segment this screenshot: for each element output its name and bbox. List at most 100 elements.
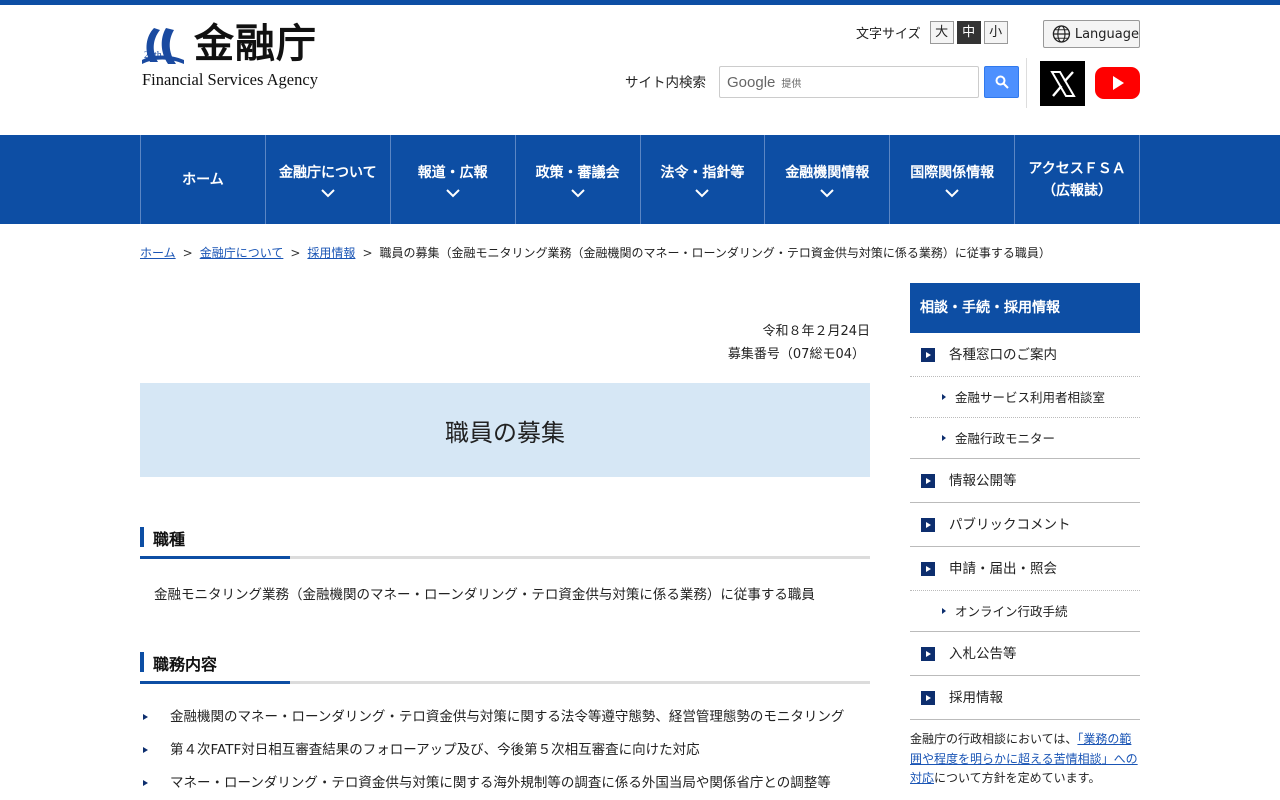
nav-access-fsa-sublabel: （広報誌） <box>1042 182 1113 199</box>
heading-bar <box>140 527 144 547</box>
logo-subtitle: Financial Services Agency <box>142 70 318 89</box>
fsa-logo[interactable]: 25th 金融庁 Financial Services Agency <box>140 21 340 92</box>
font-size-small-button[interactable]: 小 <box>983 20 1008 44</box>
heading-underline-accent <box>140 681 290 684</box>
google-provided-text: 提供 <box>781 78 802 90</box>
top-accent-bar <box>0 0 1280 5</box>
svg-text:25th: 25th <box>144 50 162 61</box>
chevron-down-icon <box>945 188 959 197</box>
arrow-square-icon <box>921 562 935 576</box>
sidebar-item-public-comment[interactable]: パブリックコメント <box>910 503 1140 547</box>
global-nav-items: ホーム 金融庁について 報道・広報 政策・審議会 法令・指針等 金融機関情報 国… <box>140 135 1140 224</box>
sidebar-item-label: 申請・届出・照会 <box>949 561 1057 577</box>
nav-press-label: 報道・広報 <box>417 164 488 181</box>
language-label: Language <box>1074 26 1139 42</box>
sidebar-item-label: 採用情報 <box>949 690 1003 706</box>
sidebar-item-label: 情報公開等 <box>949 473 1017 489</box>
heading-underline-accent <box>140 556 290 559</box>
font-size-medium-button[interactable]: 中 <box>956 20 981 44</box>
nav-press[interactable]: 報道・広報 <box>391 135 516 224</box>
sidebar-heading: 相談・手続・採用情報 <box>910 283 1140 333</box>
nav-home-label: ホーム <box>182 171 224 188</box>
sidebar-item-contact-windows[interactable]: 各種窓口のご案内 <box>910 333 1140 377</box>
globe-icon <box>1052 25 1071 43</box>
sidebar-item-bidding[interactable]: 入札公告等 <box>910 632 1140 676</box>
logo-title: 金融庁 <box>194 21 317 67</box>
search-input[interactable]: Google 提供 <box>719 66 979 98</box>
youtube-icon <box>1112 76 1124 90</box>
chevron-down-icon <box>695 188 710 197</box>
page-title: 職員の募集 <box>445 418 565 447</box>
sidebar-subitem-monitor[interactable]: 金融行政モニター <box>910 418 1140 459</box>
arrow-square-icon <box>921 691 935 705</box>
sidebar-subitem-label: 金融サービス利用者相談室 <box>955 390 1106 405</box>
nav-about[interactable]: 金融庁について <box>266 135 391 224</box>
heading-bar <box>140 652 144 672</box>
font-size-label: 文字サイズ <box>856 26 921 42</box>
breadcrumb-current: 職員の募集（金融モニタリング業務（金融機関のマネー・ローンダリング・テロ資金供与… <box>379 246 1051 260</box>
duty-item: マネー・ローンダリング・テロ資金供与対策に関する海外規制等の調査に係る外国当局や… <box>140 772 870 800</box>
nav-laws[interactable]: 法令・指針等 <box>641 135 766 224</box>
duty-item: 金融機関のマネー・ローンダリング・テロ資金供与対策に関する法令等遵守態勢、経営管… <box>140 706 870 739</box>
sidebar-subitem-label: オンライン行政手続 <box>955 604 1068 619</box>
nav-access-fsa[interactable]: アクセスＦＳＡ （広報誌） <box>1015 135 1140 224</box>
sidebar-subitem-online-procedures[interactable]: オンライン行政手続 <box>910 591 1140 632</box>
nav-international-label: 国際関係情報 <box>910 164 995 181</box>
breadcrumb-separator: > <box>362 246 373 260</box>
nav-policy-label: 政策・審議会 <box>535 164 620 181</box>
section-heading-text: 職種 <box>153 530 186 549</box>
section-heading-duties: 職務内容 <box>140 652 870 684</box>
search-button[interactable] <box>984 66 1019 98</box>
nav-laws-label: 法令・指針等 <box>660 164 745 181</box>
youtube-link[interactable] <box>1095 67 1140 99</box>
nav-institutions-label: 金融機関情報 <box>785 164 870 181</box>
sidebar-item-label: 入札公告等 <box>949 646 1017 662</box>
sidebar-item-recruitment[interactable]: 採用情報 <box>910 676 1140 720</box>
sidebar-subitem-label: 金融行政モニター <box>955 431 1056 446</box>
sidebar-list: 各種窓口のご案内 金融サービス利用者相談室 金融行政モニター 情報公開等 パブリ… <box>910 333 1140 720</box>
sidebar-note-post: について方針を定めています。 <box>934 771 1101 785</box>
breadcrumb-home[interactable]: ホーム <box>140 246 176 260</box>
chevron-down-icon <box>445 188 460 197</box>
breadcrumb-separator: > <box>290 246 301 260</box>
nav-policy[interactable]: 政策・審議会 <box>516 135 641 224</box>
x-link[interactable] <box>1040 61 1085 106</box>
sidebar-item-label: 各種窓口のご案内 <box>949 347 1057 363</box>
breadcrumb-about[interactable]: 金融庁について <box>200 246 284 260</box>
breadcrumb: ホーム > 金融庁について > 採用情報 > 職員の募集（金融モニタリング業務（金融機関のマ… <box>140 244 1051 261</box>
sidebar: 相談・手続・採用情報 各種窓口のご案内 金融サービス利用者相談室 金融行政モニタ… <box>910 283 1140 789</box>
site-search-label: サイト内検索 <box>625 75 706 91</box>
x-logo-icon <box>1049 70 1076 97</box>
arrow-square-icon <box>921 518 935 532</box>
nav-international[interactable]: 国際関係情報 <box>890 135 1016 224</box>
sidebar-item-disclosure[interactable]: 情報公開等 <box>910 459 1140 503</box>
breadcrumb-recruit[interactable]: 採用情報 <box>307 246 355 260</box>
section-heading-job-type: 職種 <box>140 527 870 559</box>
nav-institutions[interactable]: 金融機関情報 <box>765 135 891 224</box>
section-heading-text: 職務内容 <box>153 655 218 674</box>
arrow-square-icon <box>921 647 935 661</box>
nav-access-fsa-label: アクセスＦＳＡ <box>1028 160 1126 177</box>
chevron-down-icon <box>570 188 585 197</box>
google-brand-text: Google <box>727 73 776 91</box>
publish-date: 令和８年２月24日 <box>762 324 870 339</box>
sidebar-item-applications[interactable]: 申請・届出・照会 <box>910 547 1140 591</box>
chevron-down-icon <box>820 188 835 197</box>
font-size-switcher: 文字サイズ 大 中 小 <box>856 20 1008 44</box>
sidebar-note-pre: 金融庁の行政相談においては、 <box>910 732 1078 746</box>
fsa-logo-mark-icon: 25th <box>142 28 184 64</box>
chevron-down-icon <box>321 188 335 197</box>
font-size-large-button[interactable]: 大 <box>929 20 954 44</box>
header-divider <box>1026 58 1027 108</box>
recruit-number: 募集番号（07総モ04） <box>727 347 865 362</box>
arrow-square-icon <box>921 474 935 488</box>
sidebar-subitem-consultation[interactable]: 金融サービス利用者相談室 <box>910 377 1140 418</box>
duties-list: 金融機関のマネー・ローンダリング・テロ資金供与対策に関する法令等遵守態勢、経営管… <box>140 706 870 800</box>
page-title-box: 職員の募集 <box>140 383 870 477</box>
job-type-text: 金融モニタリング業務（金融機関のマネー・ローンダリング・テロ資金供与対策に係る業… <box>154 587 815 603</box>
arrow-square-icon <box>921 348 935 362</box>
nav-home[interactable]: ホーム <box>141 135 266 224</box>
language-button[interactable]: Language <box>1043 20 1140 48</box>
duty-item: 第４次FATF対日相互審査結果のフォローアップ及び、今後第５次相互審査に向けた対… <box>140 739 870 772</box>
sidebar-note: 金融庁の行政相談においては、「業務の範囲や程度を明らかに超える苦情相談」への対応… <box>910 730 1140 789</box>
